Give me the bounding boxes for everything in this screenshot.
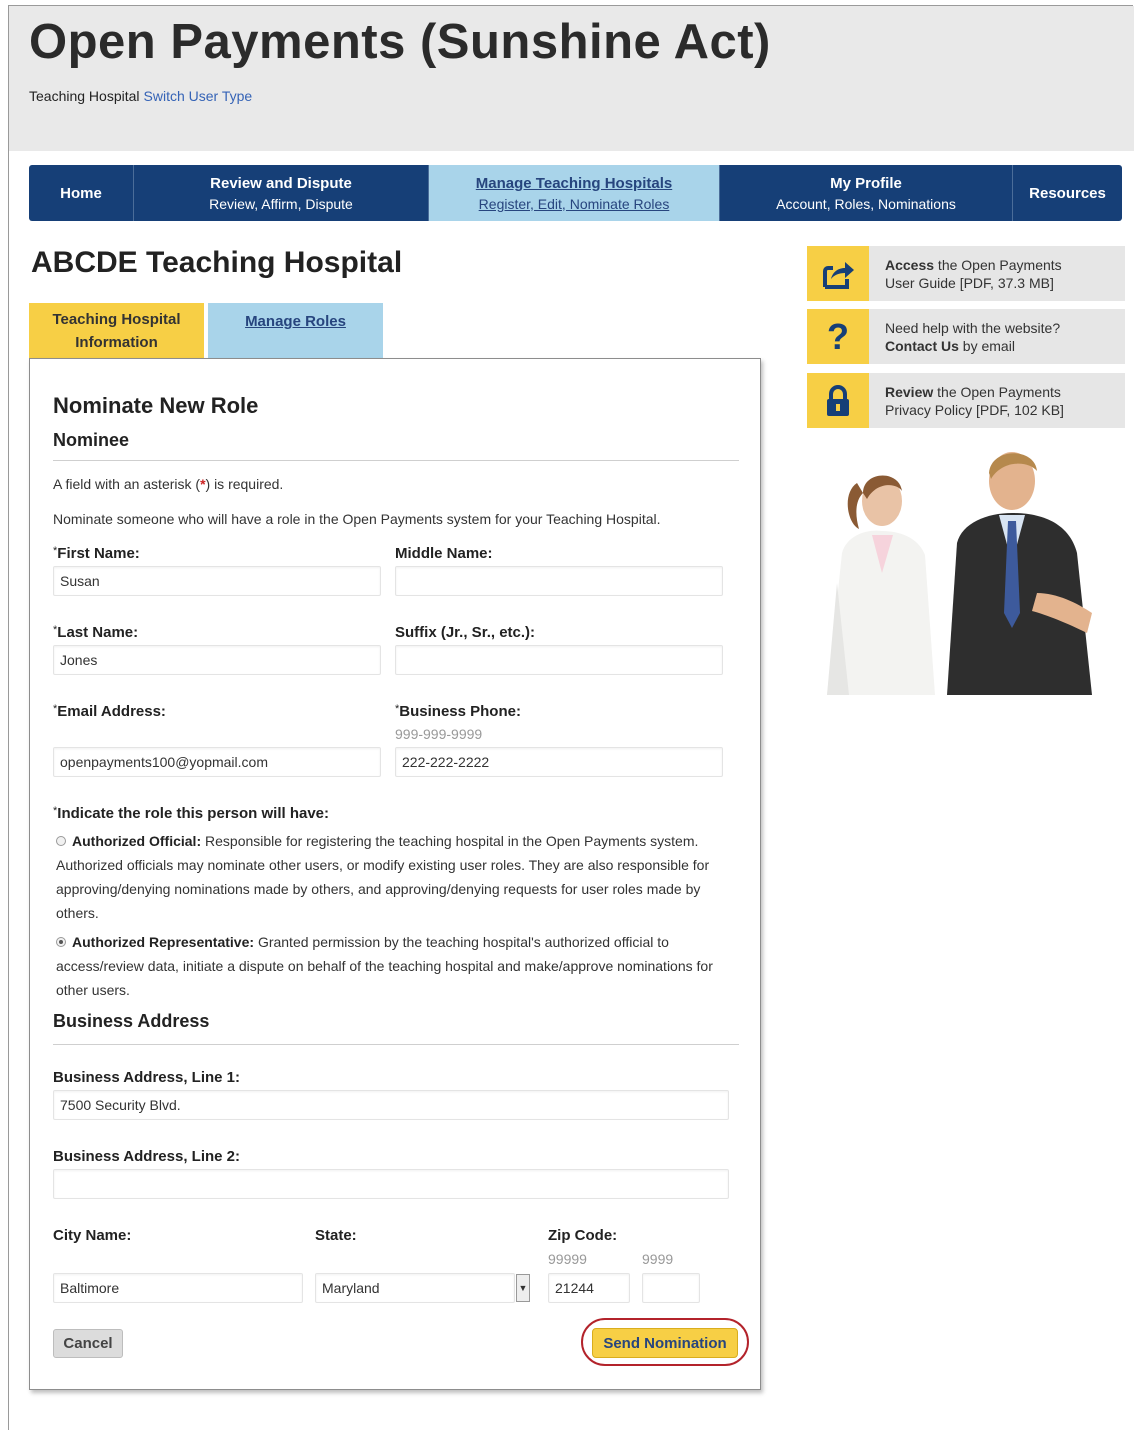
send-nomination-button[interactable]: Send Nomination [592,1328,738,1358]
site-title: Open Payments (Sunshine Act) [29,15,771,69]
official-radio[interactable] [56,836,66,847]
privacy-line2: Privacy Policy [PDF, 102 KB] [885,401,1064,418]
phone-format-hint: 999-999-9999 [395,726,483,742]
lock-icon [807,373,869,428]
nav-resources[interactable]: Resources [1013,165,1122,221]
contact-us-bold: Contact Us [885,337,959,354]
last-name-input[interactable]: Jones [53,645,381,675]
form-title: Nominate New Role [53,393,259,418]
required-note-pre: A field with an asterisk ( [53,476,201,492]
privacy-bold: Review [885,383,934,400]
share-arrow-icon [807,246,869,301]
role-question: *Indicate the role this person will have… [53,805,330,822]
nominate-form-panel: Nominate New Role Nominee A field with a… [29,358,761,1390]
user-guide-link[interactable]: Access the Open Payments User Guide [PDF… [807,246,1125,301]
required-note-post: ) is required. [205,476,284,492]
last-name-label-text: Last Name: [57,624,139,641]
suffix-input[interactable] [395,645,723,675]
address-line1-label: Business Address, Line 1: [53,1069,241,1086]
nav-resources-label: Resources [1029,184,1106,202]
contact-us-text: Need help with the website? Contact Us b… [869,319,1060,355]
main-nav: Home Review and Dispute Review, Affirm, … [29,165,1122,221]
hospital-name: ABCDE Teaching Hospital [31,246,403,279]
tab-info-line2: Information [75,333,158,351]
tab-roles-label: Manage Roles [245,313,346,330]
user-type-line: Teaching Hospital Switch User Type [29,88,252,104]
page-frame: Open Payments (Sunshine Act) Teaching Ho… [8,5,1134,1430]
phone-input[interactable]: 222-222-2222 [395,747,723,777]
question-icon: ? [807,309,869,364]
nominee-heading: Nominee [53,430,130,450]
nav-profile-sub: Account, Roles, Nominations [776,195,956,212]
nav-manage-title: Manage Teaching Hospitals [475,174,673,192]
user-guide-text: Access the Open Payments User Guide [PDF… [869,256,1062,292]
suffix-label: Suffix (Jr., Sr., etc.): [395,624,536,641]
business-address-heading: Business Address [53,1011,210,1031]
switch-user-type-link[interactable]: Switch User Type [144,88,253,104]
tab-manage-roles[interactable]: Manage Roles [208,303,383,358]
privacy-policy-link[interactable]: Review the Open Payments Privacy Policy … [807,373,1125,428]
tab-info-line1: Teaching Hospital [52,310,181,328]
zip-input[interactable]: 21244 [548,1273,630,1303]
doctors-photo [807,443,1122,695]
nav-review-dispute[interactable]: Review and Dispute Review, Affirm, Dispu… [134,165,429,221]
role-option-representative[interactable]: Authorized Representative: Granted permi… [56,930,731,1002]
contact-us-rest: Need help with the website? [885,319,1061,336]
nav-review-sub: Review, Affirm, Dispute [209,195,353,212]
address-line2-input[interactable] [53,1169,729,1199]
email-input[interactable]: openpayments100@yopmail.com [53,747,381,777]
contact-us-line2: by email [958,337,1015,354]
required-note: A field with an asterisk (*) is required… [53,476,283,492]
phone-label-text: Business Phone: [399,703,521,720]
privacy-policy-text: Review the Open Payments Privacy Policy … [869,383,1064,419]
address-line1-input[interactable]: 7500 Security Blvd. [53,1090,729,1120]
representative-radio[interactable] [56,937,66,948]
tab-teaching-hospital-information[interactable]: Teaching Hospital Information [29,303,204,358]
middle-name-input[interactable] [395,566,723,596]
zip4-format-hint: 9999 [642,1251,674,1267]
state-label: State: [315,1227,357,1244]
address-line2-label: Business Address, Line 2: [53,1148,241,1165]
zip4-input[interactable] [642,1273,700,1303]
official-title: Authorized Official: [72,833,202,849]
first-name-label: *First Name: [53,545,140,562]
nav-manage-teaching-hospitals[interactable]: Manage Teaching Hospitals Register, Edit… [429,165,720,221]
cancel-button[interactable]: Cancel [53,1329,123,1358]
user-guide-line2: User Guide [PDF, 37.3 MB] [885,274,1054,291]
user-type-label: Teaching Hospital [29,88,140,104]
last-name-label: *Last Name: [53,624,139,641]
divider [53,460,739,461]
first-name-label-text: First Name: [57,545,140,562]
intro-text: Nominate someone who will have a role in… [53,511,661,527]
email-label: *Email Address: [53,703,166,720]
user-guide-rest: the Open Payments [934,256,1062,273]
divider [53,1044,739,1045]
nav-home-label: Home [60,184,102,202]
site-header: Open Payments (Sunshine Act) Teaching Ho… [9,6,1134,151]
nav-review-title: Review and Dispute [210,174,352,192]
chevron-down-icon[interactable]: ▼ [516,1274,530,1302]
zip-label: Zip Code: [548,1227,618,1244]
nav-my-profile[interactable]: My Profile Account, Roles, Nominations [720,165,1013,221]
privacy-rest: the Open Payments [933,383,1061,400]
first-name-input[interactable]: Susan [53,566,381,596]
city-input[interactable]: Baltimore [53,1273,303,1303]
user-guide-bold: Access [885,256,935,273]
nav-profile-title: My Profile [830,174,902,192]
contact-us-link[interactable]: ? Need help with the website? Contact Us… [807,309,1125,364]
state-select[interactable]: Maryland [315,1273,515,1303]
phone-label: *Business Phone: [395,703,521,720]
zip-format-hint: 99999 [548,1251,587,1267]
role-question-text: Indicate the role this person will have: [57,805,330,822]
city-label: City Name: [53,1227,132,1244]
role-option-official[interactable]: Authorized Official: Responsible for reg… [56,829,731,925]
nav-home[interactable]: Home [29,165,134,221]
middle-name-label: Middle Name: [395,545,493,562]
email-label-text: Email Address: [57,703,166,720]
representative-title: Authorized Representative: [72,934,255,950]
nav-manage-sub: Register, Edit, Nominate Roles [478,195,670,212]
